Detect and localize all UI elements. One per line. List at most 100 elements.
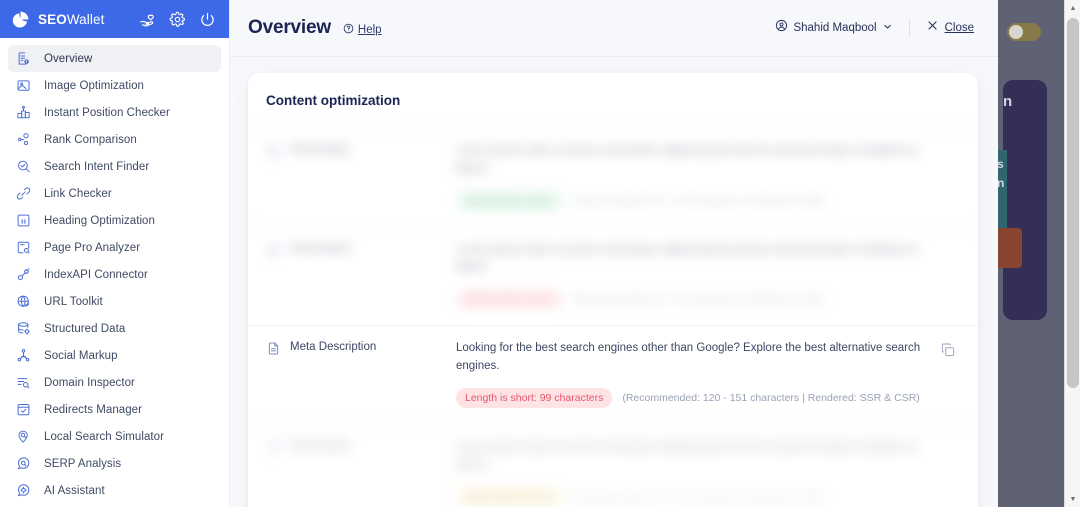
sidebar-item-local-search-simulator[interactable]: Local Search Simulator: [8, 423, 221, 450]
power-icon[interactable]: [199, 11, 216, 28]
page-title: Overview: [248, 17, 331, 38]
content-row-meta: Optimization status (Recommended: 00 - 0…: [456, 486, 930, 507]
podium-icon: [15, 104, 32, 121]
background-heading-fragment: n: [1003, 93, 1013, 110]
content-row-hint: (Recommended: 120 - 151 characters | Ren…: [622, 391, 920, 404]
scrollbar-up-arrow[interactable]: ▲: [1065, 0, 1080, 16]
content-row-body: Lorem ipsum dolor sit amet consectetur a…: [456, 143, 960, 211]
background-dark-card: [1003, 80, 1047, 320]
sidebar-item-rank-comparison[interactable]: Rank Comparison: [8, 126, 221, 153]
content-rows: Placeholder Lorem ipsum dolor sit amet c…: [248, 128, 978, 507]
document-text-icon: [266, 341, 281, 356]
content-row-name: Meta Description: [290, 341, 377, 354]
sidebar-item-url-toolkit[interactable]: URL Toolkit: [8, 288, 221, 315]
user-circle-icon: [775, 19, 788, 37]
svg-text:H: H: [21, 218, 26, 225]
main-scroll-area: Content optimization Placeholder Lorem i…: [230, 57, 998, 507]
sidebar-item-label: Page Pro Analyzer: [44, 241, 141, 254]
sidebar-item-label: Redirects Manager: [44, 403, 143, 416]
sidebar-item-label: Heading Optimization: [44, 214, 155, 227]
share-network-icon: [15, 347, 32, 364]
blurred-row-icon: [266, 243, 281, 258]
window-check-icon: [15, 401, 32, 418]
sidebar-item-ai-assistant[interactable]: AI Assistant: [8, 477, 221, 504]
blurred-row-icon: [266, 440, 281, 455]
user-menu[interactable]: Shahid Maqbool: [775, 19, 910, 37]
chevron-down-icon: [882, 19, 893, 37]
sidebar-item-domain-inspector[interactable]: Domain Inspector: [8, 369, 221, 396]
background-text-fragment-1: s: [997, 157, 1004, 171]
content-row-name: Placeholder: [290, 144, 351, 156]
sidebar-item-label: Overview: [44, 52, 93, 65]
gear-icon[interactable]: [169, 11, 186, 28]
content-optimization-card: Content optimization Placeholder Lorem i…: [248, 73, 978, 507]
content-row-hint: (Recommended: 00 - 00 characters | Rende…: [573, 293, 825, 306]
sidebar-item-label: Local Search Simulator: [44, 430, 164, 443]
content-row-obscured: Placeholder Lorem ipsum dolor sit amet c…: [248, 423, 978, 507]
overview-modal: SEOWallet Overview Image Optimization In…: [0, 0, 998, 507]
hand-heart-icon[interactable]: [139, 11, 156, 28]
sidebar-item-search-intent-finder[interactable]: Search Intent Finder: [8, 153, 221, 180]
sidebar-item-serp-analysis[interactable]: SERP Analysis: [8, 450, 221, 477]
sidebar-item-instant-position-checker[interactable]: Instant Position Checker: [8, 99, 221, 126]
sidebar-item-indexapi-connector[interactable]: IndexAPI Connector: [8, 261, 221, 288]
heading-h-icon: H: [15, 212, 32, 229]
scrollbar-thumb[interactable]: [1067, 18, 1079, 388]
content-row-obscured: Placeholder Lorem ipsum dolor sit amet c…: [248, 226, 978, 326]
user-name: Shahid Maqbool: [793, 22, 877, 34]
header-right: Shahid Maqbool Close: [775, 19, 974, 37]
question-circle-icon: [343, 21, 354, 39]
sidebar-item-label: Instant Position Checker: [44, 106, 170, 119]
status-badge: Optimization status: [456, 289, 564, 310]
sidebar-item-image-optimization[interactable]: Image Optimization: [8, 72, 221, 99]
chat-ai-icon: [15, 482, 32, 499]
search-check-icon: [15, 158, 32, 175]
database-gear-icon: [15, 320, 32, 337]
content-row-label: Placeholder: [266, 439, 456, 507]
sidebar-item-label: Structured Data: [44, 322, 126, 335]
status-badge: Optimization status: [456, 486, 564, 507]
status-badge: Length is short: 99 characters: [456, 387, 613, 408]
content-row-value: Lorem ipsum dolor sit amet consectetur a…: [456, 243, 918, 274]
content-row-name: Placeholder: [290, 439, 351, 452]
pie-chart-logo-icon: [11, 10, 30, 29]
link-icon: [15, 185, 32, 202]
sidebar-item-page-pro-analyzer[interactable]: Page Pro Analyzer: [8, 234, 221, 261]
close-label: Close: [944, 22, 974, 34]
sidebar-item-structured-data[interactable]: Structured Data: [8, 315, 221, 342]
sidebar-item-heading-optimization[interactable]: H Heading Optimization: [8, 207, 221, 234]
sidebar-nav: Overview Image Optimization Instant Positi…: [0, 38, 229, 504]
globe-check-icon: [15, 293, 32, 310]
content-row-label: Placeholder: [266, 242, 456, 310]
sidebar: SEOWallet Overview Image Optimization In…: [0, 0, 230, 507]
sidebar-item-redirects-manager[interactable]: Redirects Manager: [8, 396, 221, 423]
content-row-meta-description: Meta Description Looking for the best se…: [248, 325, 978, 424]
content-row-body: Lorem ipsum dolor sit amet consectetur a…: [456, 439, 960, 507]
brand-actions: [139, 11, 219, 28]
content-row-label: Meta Description: [266, 340, 456, 408]
content-row-obscured: Placeholder Lorem ipsum dolor sit amet c…: [248, 128, 978, 227]
blurred-row-icon: [266, 144, 281, 159]
browser-scrollbar[interactable]: ▲ ▼: [1064, 0, 1080, 507]
list-search-icon: [15, 374, 32, 391]
content-row-name: Placeholder: [290, 242, 351, 255]
sidebar-item-label: Search Intent Finder: [44, 160, 150, 173]
scrollbar-down-arrow[interactable]: ▼: [1065, 491, 1080, 507]
background-toggle-switch[interactable]: [1007, 23, 1041, 41]
close-button[interactable]: Close: [926, 19, 974, 37]
sidebar-item-label: AI Assistant: [44, 484, 105, 497]
chat-search-icon: [15, 455, 32, 472]
sidebar-item-social-markup[interactable]: Social Markup: [8, 342, 221, 369]
close-x-icon: [926, 19, 939, 37]
content-row-meta: Optimization status (Recommended: 00 - 0…: [456, 190, 930, 211]
toggle-knob: [1009, 25, 1023, 39]
sidebar-item-label: SERP Analysis: [44, 457, 122, 470]
help-link[interactable]: Help: [343, 21, 382, 39]
copy-icon[interactable]: [940, 342, 956, 358]
page-search-icon: [15, 239, 32, 256]
sidebar-item-link-checker[interactable]: Link Checker: [8, 180, 221, 207]
compare-nodes-icon: [15, 131, 32, 148]
content-row-label: Placeholder: [266, 143, 456, 211]
card-title: Content optimization: [266, 93, 401, 108]
sidebar-item-overview[interactable]: Overview: [8, 45, 221, 72]
